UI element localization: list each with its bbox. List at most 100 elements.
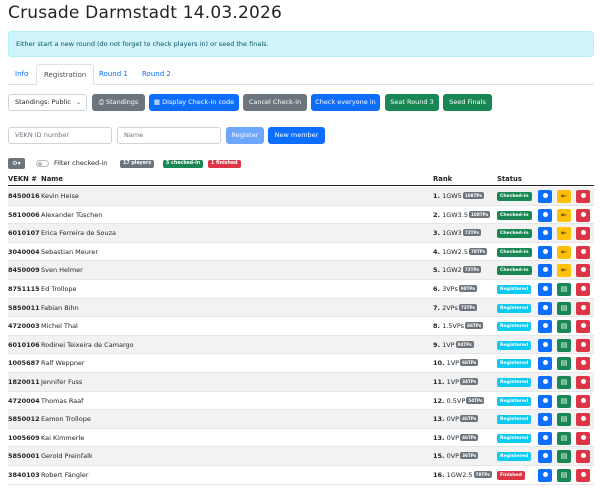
check-out-button[interactable]: ⇤ xyxy=(557,190,571,203)
player-info-button[interactable] xyxy=(538,338,552,352)
tps-badge: 72TPs xyxy=(458,303,478,311)
info-icon xyxy=(542,397,548,403)
score-value: 1GW2.5 xyxy=(442,247,469,256)
player-info-button[interactable] xyxy=(538,245,552,259)
remove-player-button[interactable] xyxy=(576,320,590,334)
check-out-button[interactable]: ⇤ xyxy=(557,245,571,259)
player-info-button[interactable] xyxy=(538,190,552,203)
rank-number: 1. xyxy=(433,192,440,200)
status-badge: Registered xyxy=(497,433,532,443)
rank-cell: 12. 0.5VP 54TPs xyxy=(433,396,485,405)
close-circle-icon xyxy=(580,378,586,384)
rank-number: 13. xyxy=(433,433,445,442)
tab-registration[interactable]: Registration xyxy=(36,64,95,85)
seed-finals-button[interactable]: Seed Finals xyxy=(443,94,492,111)
player-info-button[interactable] xyxy=(538,394,552,408)
remove-player-button[interactable] xyxy=(576,190,590,203)
remove-player-button[interactable] xyxy=(576,208,590,222)
remove-player-button[interactable] xyxy=(576,282,590,296)
check-in-button[interactable]: ▤ xyxy=(557,375,571,389)
close-circle-icon xyxy=(580,248,586,254)
check-out-button[interactable]: ⇤ xyxy=(557,227,571,241)
check-in-button[interactable]: ▤ xyxy=(557,320,571,334)
player-info-button[interactable] xyxy=(538,320,552,334)
remove-player-button[interactable] xyxy=(576,431,590,445)
player-info-button[interactable] xyxy=(538,431,552,445)
score-value: 1VP xyxy=(442,340,455,349)
remove-player-button[interactable] xyxy=(576,468,590,482)
header-vekn: VEKN # xyxy=(8,175,37,183)
name-input[interactable]: Name xyxy=(117,127,221,144)
filter-checked-in-toggle[interactable] xyxy=(36,160,49,167)
tab-round-1[interactable]: Round 1 xyxy=(92,64,135,85)
player-info-button[interactable] xyxy=(538,468,552,482)
remove-player-button[interactable] xyxy=(576,338,590,352)
remove-player-button[interactable] xyxy=(576,394,590,408)
rank-cell: 13. 0VP 46TPs xyxy=(433,415,479,423)
status-badge: Registered xyxy=(497,284,532,294)
score-value: 0VP xyxy=(446,452,460,461)
check-in-button[interactable]: ▤ xyxy=(557,301,571,315)
table-row: 1005687 Ralf Weppner 10. 1VP 66TPs Registere… xyxy=(8,354,594,373)
remove-player-button[interactable] xyxy=(576,413,590,427)
standings-select[interactable]: Standings: Public ⌄ xyxy=(8,94,87,111)
score-value: 1VP xyxy=(446,377,460,386)
check-in-button[interactable]: ▤ xyxy=(557,394,571,408)
new-member-button[interactable]: New member xyxy=(268,127,325,144)
check-in-button[interactable]: ▤ xyxy=(557,357,571,371)
cancel-checkin-button[interactable]: Cancel Check-in xyxy=(243,94,307,111)
seat-round-button[interactable]: Seat Round 3 xyxy=(385,94,439,111)
check-in-button[interactable]: ▤ xyxy=(557,431,571,445)
score-value: 0VP xyxy=(446,433,460,442)
info-icon xyxy=(542,378,548,384)
player-info-button[interactable] xyxy=(538,413,552,427)
check-in-button[interactable]: ▤ xyxy=(557,338,571,352)
player-info-button[interactable] xyxy=(538,450,552,464)
status-badge: Registered xyxy=(497,322,532,332)
remove-player-button[interactable] xyxy=(576,227,590,241)
check-out-button[interactable]: ⇤ xyxy=(557,208,571,222)
rank-number: 2. xyxy=(433,210,440,219)
check-in-button[interactable]: ▤ xyxy=(557,468,571,482)
check-out-button[interactable]: ⇤ xyxy=(557,264,571,278)
vekn-cell: 3040004 xyxy=(8,247,40,256)
player-info-button[interactable] xyxy=(538,357,552,371)
info-icon xyxy=(542,267,548,273)
check-in-button[interactable]: ▤ xyxy=(557,450,571,464)
player-info-button[interactable] xyxy=(538,301,552,315)
vekn-cell: 5810006 xyxy=(8,210,40,219)
check-in-button[interactable]: ▤ xyxy=(557,413,571,427)
name-cell: Erica Ferreira de Souza xyxy=(41,229,117,238)
tab-info[interactable]: Info xyxy=(8,64,35,85)
remove-player-button[interactable] xyxy=(576,245,590,259)
player-info-button[interactable] xyxy=(538,264,552,278)
remove-player-button[interactable] xyxy=(576,264,590,278)
settings-dropdown-button[interactable]: ⚙▾ xyxy=(8,158,25,169)
table-row: 6010106 Rodinei Teixeira de Camargo 9. 1VP… xyxy=(8,335,594,355)
remove-player-button[interactable] xyxy=(576,357,590,371)
login-icon: ▤ xyxy=(560,322,568,331)
player-info-button[interactable] xyxy=(538,227,552,241)
remove-player-button[interactable] xyxy=(576,375,590,389)
tab-bar: Info Registration Round 1 Round 2 xyxy=(8,64,594,85)
rank-number: 6. xyxy=(433,284,440,293)
chevron-down-icon: ⌄ xyxy=(75,99,81,106)
tab-round-2[interactable]: Round 2 xyxy=(135,64,178,85)
player-info-button[interactable] xyxy=(538,282,552,296)
rank-cell: 2. 1GW3.5 108TPs xyxy=(433,210,491,219)
vekn-id-input[interactable]: VEKN ID number xyxy=(8,127,112,144)
remove-player-button[interactable] xyxy=(576,301,590,315)
remove-player-button[interactable] xyxy=(576,450,590,464)
player-info-button[interactable] xyxy=(538,208,552,222)
rank-cell: 7. 2VPs 72TPs xyxy=(433,303,478,312)
player-info-button[interactable] xyxy=(538,375,552,389)
player-table: 8450016 Kevin Heise 1. 1GW5 108TPs Checked-i… xyxy=(8,187,594,485)
register-button[interactable]: Register xyxy=(226,127,264,144)
status-badge: Registered xyxy=(497,452,532,462)
rank-cell: 1. 1GW5 108TPs xyxy=(433,192,484,200)
standings-button[interactable]: ⎙ Standings xyxy=(92,94,145,111)
display-checkin-code-button[interactable]: ▦ Display Check-in code xyxy=(149,94,239,111)
check-in-button[interactable]: ▤ xyxy=(557,282,571,296)
check-everyone-in-button[interactable]: Check everyone in xyxy=(311,94,380,111)
score-value: 1.5VPs xyxy=(442,322,465,331)
